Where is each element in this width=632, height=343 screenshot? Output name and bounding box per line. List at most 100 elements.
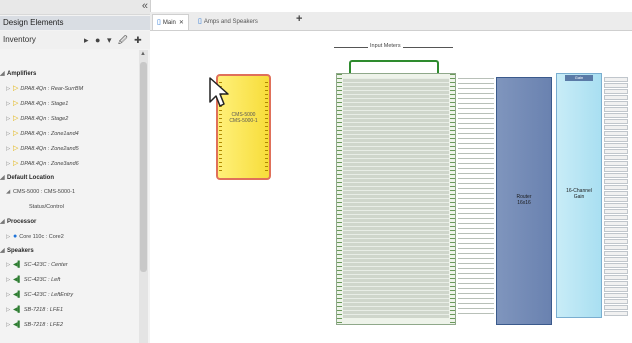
output-port[interactable] — [604, 275, 628, 280]
output-port[interactable] — [604, 191, 628, 196]
expand-arrow-icon[interactable]: ▷ — [6, 274, 13, 287]
tree-item[interactable]: ▷ ▷ DPA8.4Qn : Rear-SurrBM — [6, 82, 83, 95]
collapse-arrow-icon[interactable]: ◢ — [0, 245, 7, 258]
scrollbar-thumb[interactable] — [140, 62, 147, 272]
output-port[interactable] — [604, 245, 628, 250]
pin-icon[interactable]: 🖉 — [118, 35, 128, 45]
output-port[interactable] — [604, 251, 628, 256]
speaker-icon: ◀▌ — [13, 277, 22, 283]
output-port[interactable] — [604, 239, 628, 244]
tree-item[interactable]: ◢ CMS-5000 : CMS-5000-1 — [6, 186, 75, 199]
expand-arrow-icon[interactable]: ◢ — [6, 186, 13, 199]
output-port[interactable] — [604, 197, 628, 202]
output-port[interactable] — [604, 293, 628, 298]
tree-item[interactable]: ▷ ◀▌ SC-423C : Center — [6, 259, 68, 272]
output-port[interactable] — [604, 101, 628, 106]
output-port[interactable] — [604, 137, 628, 142]
output-port[interactable] — [604, 83, 628, 88]
collapse-arrow-icon[interactable]: ◢ — [0, 68, 7, 81]
output-port[interactable] — [604, 77, 628, 82]
output-port[interactable] — [604, 107, 628, 112]
expand-arrow-icon[interactable]: ▷ — [6, 158, 13, 171]
add-icon[interactable]: ✚ — [134, 35, 142, 45]
output-port[interactable] — [604, 203, 628, 208]
expand-arrow-icon[interactable]: ▷ — [6, 259, 13, 272]
tree-item[interactable]: ▷ ◀▌ SC-423C : LeftEntry — [6, 289, 73, 302]
output-port[interactable] — [604, 167, 628, 172]
output-port[interactable] — [604, 149, 628, 154]
output-port[interactable] — [604, 161, 628, 166]
scroll-up-icon[interactable]: ▲ — [140, 51, 146, 57]
tree-section-header[interactable]: ◢ Speakers — [0, 245, 34, 258]
tree-item[interactable]: ▷ ▷ DPA8.4Qn : Zone2and5 — [6, 142, 79, 155]
tree-item[interactable]: ▷ ▷ DPA8.4Qn : Stage1 — [6, 97, 68, 110]
tab-amps-and-speakers[interactable]: ▯ Amps and Speakers — [194, 14, 262, 30]
gain-block[interactable]: Gain 16-Channel Gain — [556, 73, 602, 318]
expand-arrow-icon[interactable]: ▷ — [6, 289, 13, 302]
tree-section-header[interactable]: ◢ Processor — [0, 216, 36, 229]
output-port[interactable] — [604, 143, 628, 148]
output-port[interactable] — [604, 119, 628, 124]
tree-item[interactable]: ▷ ▷ DPA8.4Qn : Zone1and4 — [6, 127, 79, 140]
output-port[interactable] — [604, 311, 628, 316]
output-port[interactable] — [604, 95, 628, 100]
output-port[interactable] — [604, 215, 628, 220]
router-block[interactable]: Router 16x16 — [496, 77, 552, 325]
collapse-arrow-icon[interactable]: ◢ — [0, 172, 7, 185]
signal-wire — [458, 83, 494, 84]
dropdown-icon[interactable]: ▾ — [107, 35, 112, 45]
output-port[interactable] — [604, 305, 628, 310]
expand-arrow-icon[interactable]: ▷ — [6, 128, 13, 141]
tree-item-label: DPA8.4Qn : Rear-SurrBM — [20, 86, 84, 92]
tree-item-label: SC-423C : LeftEntry — [23, 292, 74, 298]
output-port[interactable] — [604, 281, 628, 286]
tree-section-header[interactable]: ◢ Amplifiers — [0, 68, 36, 81]
output-port[interactable] — [604, 155, 628, 160]
expand-arrow-icon[interactable]: ▷ — [6, 304, 13, 317]
bullet-icon[interactable]: ● — [95, 35, 100, 45]
close-tab-icon[interactable]: ✕ — [179, 20, 184, 26]
tree-item[interactable]: Status/Control — [22, 201, 64, 214]
tree-item[interactable]: ▷ ▷ DPA8.4Qn : Zone3and6 — [6, 157, 79, 170]
panel-scrollbar[interactable]: ▲ — [139, 50, 148, 343]
expand-arrow-icon[interactable]: ▷ — [6, 113, 13, 126]
expand-arrow-icon[interactable]: ▸ — [84, 35, 89, 45]
output-port[interactable] — [604, 179, 628, 184]
tree-item-label: DPA8.4Qn : Zone1and4 — [20, 131, 79, 137]
tree-item[interactable]: ▷ ◀▌ SC-423C : Left — [6, 274, 60, 287]
output-port[interactable] — [604, 263, 628, 268]
expand-arrow-icon[interactable]: ▷ — [6, 98, 13, 111]
collapse-panel-icon[interactable]: « — [142, 0, 148, 12]
output-port[interactable] — [604, 131, 628, 136]
tree-section-header[interactable]: ◢ Default Location — [0, 172, 54, 185]
output-port[interactable] — [604, 269, 628, 274]
output-port[interactable] — [604, 257, 628, 262]
tree-item[interactable]: ▷ ◀▌ SB-7218 : LFE2 — [6, 319, 63, 332]
amplifier-icon: ▷ — [13, 160, 19, 167]
output-port[interactable] — [604, 173, 628, 178]
input-meters-block[interactable] — [336, 73, 456, 325]
output-port[interactable] — [604, 299, 628, 304]
document-icon: ▯ — [157, 19, 161, 26]
tree-item[interactable]: ▷ ▷ DPA8.4Qn : Stage2 — [6, 112, 68, 125]
output-port[interactable] — [604, 209, 628, 214]
expand-arrow-icon[interactable]: ▷ — [6, 143, 13, 156]
output-port[interactable] — [604, 287, 628, 292]
tree-item[interactable]: ▷ ◀▌ SB-7218 : LFE1 — [6, 304, 63, 317]
output-port[interactable] — [604, 233, 628, 238]
output-port[interactable] — [604, 221, 628, 226]
add-tab-icon[interactable]: + — [296, 13, 302, 25]
tree-item[interactable]: ▷ ● Core 110c : Core2 — [6, 230, 64, 243]
output-port[interactable] — [604, 227, 628, 232]
expand-arrow-icon[interactable]: ▷ — [6, 231, 13, 244]
output-port[interactable] — [604, 125, 628, 130]
expand-arrow-icon[interactable]: ▷ — [6, 83, 13, 96]
document-tabbar: ▯ Main ✕ ▯ Amps and Speakers + — [150, 12, 632, 31]
expand-arrow-icon[interactable]: ▷ — [6, 319, 13, 332]
signal-wire — [458, 178, 494, 179]
tab-main[interactable]: ▯ Main ✕ — [152, 14, 189, 30]
output-port[interactable] — [604, 113, 628, 118]
output-port[interactable] — [604, 89, 628, 94]
output-port[interactable] — [604, 185, 628, 190]
collapse-arrow-icon[interactable]: ◢ — [0, 216, 7, 229]
